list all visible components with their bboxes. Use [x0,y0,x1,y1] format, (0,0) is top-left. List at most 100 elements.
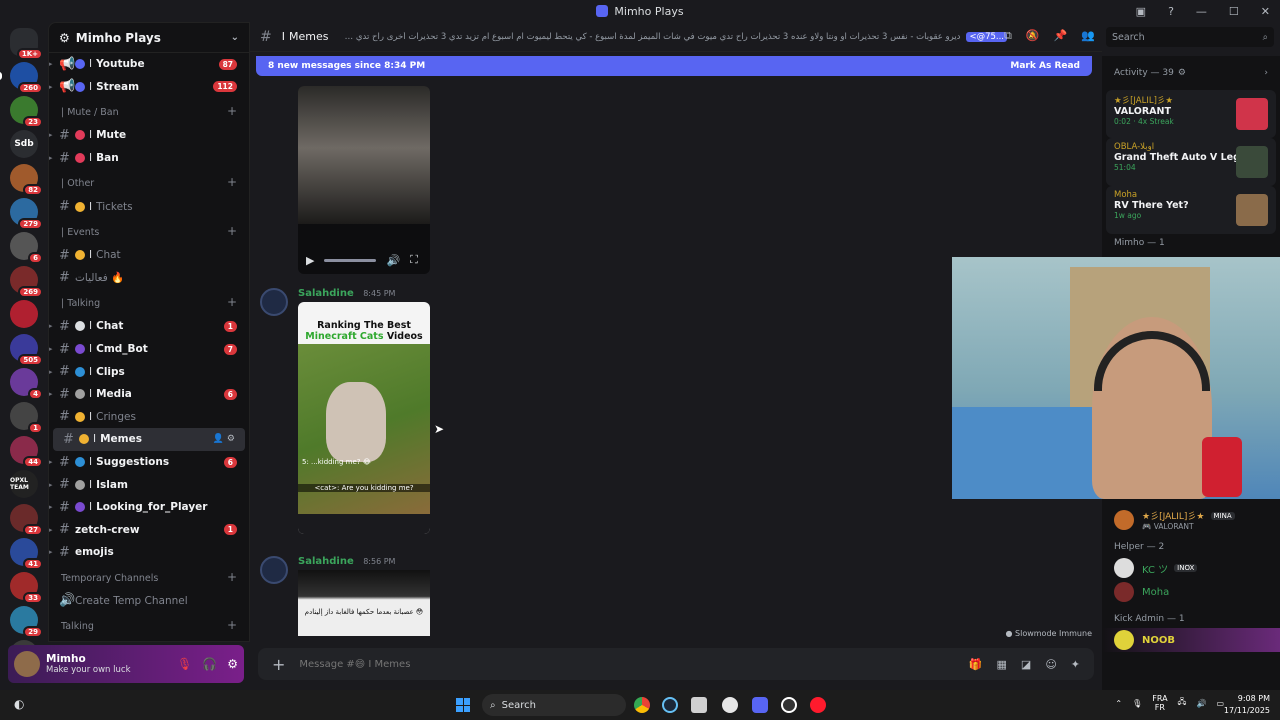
member-row[interactable]: KC ツ INOX [1102,556,1280,580]
chrome-icon[interactable] [634,697,650,713]
activity-header[interactable]: Activity — 39 ⚙ › [1102,56,1280,90]
maximize-icon[interactable]: ☐ [1229,5,1239,18]
video-progress[interactable] [324,258,377,262]
sidebar-item-channel[interactable]: ▸ # I Islam [49,473,249,496]
channel-category[interactable]: | Talking + [49,289,249,315]
topic-mention[interactable]: <@75... [966,31,1008,42]
language-indicator[interactable]: FRA FR [1152,694,1167,712]
server-icon[interactable]: 269 [10,266,43,298]
activity-card[interactable]: ★彡[JALIL]彡★ VALORANT 0:02 · 4x Streak [1106,90,1276,138]
network-icon[interactable]: 🖧 [1178,696,1187,710]
sidebar-item-channel[interactable]: ▸ # I Looking_for_Player [49,496,249,519]
member-row[interactable]: ★彡[JALIL]彡★ MINA 🎮 VALORANT [1102,508,1280,532]
chatgpt-icon[interactable] [722,697,738,713]
add-channel-icon[interactable]: + [227,104,237,118]
sidebar-item-channel[interactable]: # I Tickets [49,195,249,218]
play-icon[interactable]: ▶ [306,254,314,267]
server-icon[interactable]: 23 [10,96,43,128]
gift-icon[interactable]: 🎁 [969,658,983,671]
apps-icon[interactable]: ✦ [1071,658,1080,671]
server-icon[interactable]: Sdb [10,130,38,158]
avatar[interactable] [260,556,288,584]
channel-topic[interactable]: ديرو عقوبات - نفس 3 تحذيرات او ونتا ولاو… [340,32,960,42]
sidebar-item-channel[interactable]: 🔊 Create Temp Channel [49,590,249,613]
server-icon[interactable]: 29 [10,606,43,638]
pin-icon[interactable]: 📌 [1054,29,1068,43]
server-icon[interactable]: 41 [10,538,43,570]
notifications-muted-icon[interactable]: 🔕 [1026,29,1040,43]
server-icon[interactable]: 6 [10,232,43,264]
server-icon[interactable]: 27 [10,504,43,536]
add-channel-icon[interactable]: + [227,570,237,584]
inbox-icon[interactable]: ▣ [1136,5,1146,18]
activity-card[interactable]: OBLA-اوبلا Grand Theft Auto V Legacy 51:04 [1106,138,1276,186]
member-row[interactable]: NOOB [1102,628,1280,652]
sidebar-item-channel[interactable]: ▸ # I Cmd_Bot 7 [49,338,249,361]
add-channel-icon[interactable]: + [227,224,237,238]
sidebar-item-channel[interactable]: ▸ # I Suggestions 6 [49,451,249,474]
server-icon[interactable]: OPXL TEAM [10,470,38,498]
server-icon[interactable]: 505 [10,334,43,366]
channel-category[interactable]: | Events + [49,218,249,244]
sidebar-item-channel[interactable]: ▸ # zetch-crew 1 [49,519,249,542]
member-row[interactable]: Moha [1102,580,1280,604]
threads-icon[interactable]: ⧉ [1004,29,1012,43]
attach-plus-icon[interactable]: + [272,655,285,674]
widgets-icon[interactable]: ◐ [14,697,24,711]
chevron-up-icon[interactable]: ⌃ [1115,699,1122,708]
sidebar-item-channel[interactable]: # فعاليات 🔥 [49,267,249,290]
message-input[interactable] [299,658,969,670]
guild-header[interactable]: ⚙ Mimho Plays ⌄ [49,23,249,53]
member-list-icon[interactable]: 👥 [1081,29,1095,43]
capture-app-icon[interactable] [691,697,707,713]
clock[interactable]: 9:08 PM 17/11/2025 [1224,693,1270,717]
add-channel-icon[interactable]: + [227,295,237,309]
video-embed[interactable]: ▶ 🔊 ⛶ [298,86,430,274]
server-icon[interactable] [10,300,38,328]
add-channel-icon[interactable]: + [227,618,237,632]
invite-settings-icons[interactable]: 👤 ⚙ [213,434,235,444]
chevron-right-icon[interactable]: › [1264,68,1268,78]
volume-icon[interactable]: 🔊 [386,254,400,267]
help-icon[interactable]: ? [1168,5,1174,18]
new-messages-bar[interactable]: 8 new messages since 8:34 PM Mark As Rea… [256,56,1092,76]
channel-category[interactable]: | Other + [49,169,249,195]
avatar[interactable] [260,288,288,316]
sidebar-item-channel[interactable]: ▸ 📢 I Youtube 87 [49,53,249,76]
start-button[interactable] [456,698,470,712]
discord-icon[interactable] [752,697,768,713]
sidebar-item-channel[interactable]: ▸ # I Mute [49,124,249,147]
channel-category[interactable]: | Mute / Ban + [49,98,249,124]
channel-category[interactable]: Temporary Channels + [49,564,249,590]
minimize-icon[interactable]: — [1196,5,1207,18]
taskbar-search[interactable]: ⌕ Search [482,694,626,716]
server-icon[interactable]: 279 [10,198,43,230]
server-icon[interactable]: 1K+ [10,28,43,60]
sidebar-item-channel[interactable]: # I Cringes [49,406,249,429]
server-icon[interactable]: 1 [10,402,43,434]
video-embed[interactable]: عصبانة بعدما حكمها فالغابة داز إلينادم 😳 [298,570,430,636]
message-author[interactable]: Salahdine [298,556,354,567]
sidebar-item-channel[interactable]: ▸ 📢 I Stream 112 [49,76,249,99]
microphone-icon[interactable]: 🎙 [1132,699,1142,708]
obs-icon[interactable] [781,697,797,713]
battery-icon[interactable]: ▭ [1216,699,1224,708]
add-channel-icon[interactable]: + [227,175,237,189]
avatar[interactable] [14,651,40,677]
close-icon[interactable]: ✕ [1261,5,1270,18]
mark-as-read-button[interactable]: Mark As Read [1010,61,1080,71]
fullscreen-icon[interactable]: ⛶ [410,253,418,267]
sidebar-item-channel[interactable]: # I Chat [49,244,249,267]
sticker-icon[interactable]: ◪ [1021,658,1031,671]
sidebar-item-channel[interactable]: ▸ # emojis [49,541,249,564]
settings-gear-icon[interactable]: ⚙ [227,657,238,671]
server-icon[interactable]: 44 [10,436,43,468]
sidebar-item-channel[interactable]: # I Memes 👤 ⚙ [53,428,245,451]
channel-category[interactable]: Talking + [49,612,249,638]
chevron-down-icon[interactable]: ⌄ [231,32,239,43]
video-embed[interactable]: Ranking The Best Minecraft Cats Videos 5… [298,302,430,534]
sidebar-item-channel[interactable]: ▸ # I Media 6 [49,383,249,406]
headphones-icon[interactable]: 🎧 [202,657,217,671]
opera-icon[interactable] [810,697,826,713]
steam-icon[interactable] [662,697,678,713]
